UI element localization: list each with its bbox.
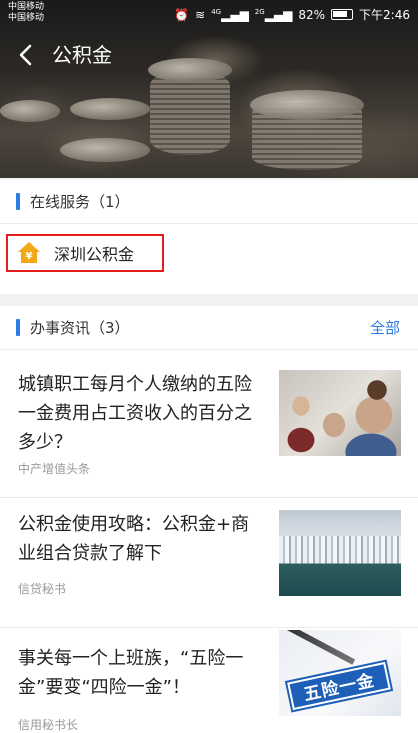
- news-section: 办事资讯（3） 全部 城镇职工每月个人缴纳的五险一金费用占工资收入的百分之多少？…: [0, 306, 418, 733]
- thumbnail-text: 五险一金: [287, 661, 391, 711]
- coin-image: [70, 98, 150, 120]
- signal-1-icon: 4G▂▄▆: [211, 7, 249, 22]
- news-item-source: 中产增值头条: [18, 462, 91, 476]
- section-accent-bar: [16, 193, 20, 210]
- clock: 下午2:46: [359, 8, 410, 22]
- online-services-section: 在线服务（1） ¥ 深圳公积金: [0, 180, 418, 294]
- carrier-labels: 中国移动 中国移动: [8, 2, 44, 24]
- status-indicators: ⏰ ≋ 4G▂▄▆ 2G▂▄▆ 82% 下午2:46: [174, 6, 410, 23]
- back-arrow-icon: [19, 44, 32, 66]
- news-item-title: 事关每一个上班族，“五险一金”要变“四险一金”！: [18, 648, 244, 698]
- back-button[interactable]: [14, 42, 40, 68]
- page-title: 公积金: [52, 43, 112, 67]
- news-item-source: 信贷秘书: [18, 582, 67, 596]
- wifi-icon: ≋: [195, 7, 206, 22]
- news-item-source: 信用秘书长: [18, 718, 79, 732]
- news-item[interactable]: 事关每一个上班族，“五险一金”要变“四险一金”！ 信用秘书长 五险一金: [0, 628, 418, 733]
- service-item-label: 深圳公积金: [54, 245, 135, 264]
- house-yuan-icon: ¥: [18, 242, 40, 264]
- coin-image: [148, 58, 232, 82]
- news-item-title: 城镇职工每月个人缴纳的五险一金费用占工资收入的百分之多少？: [18, 374, 252, 453]
- news-item-title: 公积金使用攻略：公积金+商业组合贷款了解下: [18, 514, 250, 564]
- status-bar: 中国移动 中国移动 ⏰ ≋ 4G▂▄▆ 2G▂▄▆ 82% 下午2:46: [0, 0, 418, 28]
- news-item[interactable]: 公积金使用攻略：公积金+商业组合贷款了解下 信贷秘书: [0, 498, 418, 628]
- signal-2-icon: 2G▂▄▆: [254, 7, 293, 22]
- header-banner: 中国移动 中国移动 ⏰ ≋ 4G▂▄▆ 2G▂▄▆ 82% 下午2:46 公积金: [0, 0, 418, 178]
- section-accent-bar: [16, 319, 20, 336]
- online-services-title: 在线服务（1）: [30, 193, 130, 211]
- pen-image: [279, 630, 356, 665]
- news-thumbnail: [279, 370, 401, 456]
- alarm-icon: ⏰: [174, 7, 190, 22]
- view-all-link[interactable]: 全部: [370, 318, 400, 338]
- carrier-2: 中国移动: [8, 13, 45, 23]
- news-item[interactable]: 城镇职工每月个人缴纳的五险一金费用占工资收入的百分之多少？ 中产增值头条: [0, 350, 418, 498]
- coin-image: [250, 90, 364, 120]
- battery-percent: 82%: [298, 7, 326, 22]
- news-thumbnail: [279, 510, 401, 596]
- coin-image: [60, 138, 150, 162]
- news-header: 办事资讯（3） 全部: [0, 306, 418, 350]
- coin-image: [0, 100, 60, 122]
- online-services-header: 在线服务（1）: [0, 180, 418, 224]
- carrier-1: 中国移动: [8, 2, 45, 12]
- news-title: 办事资讯（3）: [30, 319, 130, 337]
- news-thumbnail: 五险一金: [279, 630, 401, 716]
- battery-icon: [331, 9, 354, 20]
- coin-stack-image: [150, 70, 230, 155]
- service-item-shenzhen-gjj[interactable]: ¥ 深圳公积金: [6, 234, 164, 272]
